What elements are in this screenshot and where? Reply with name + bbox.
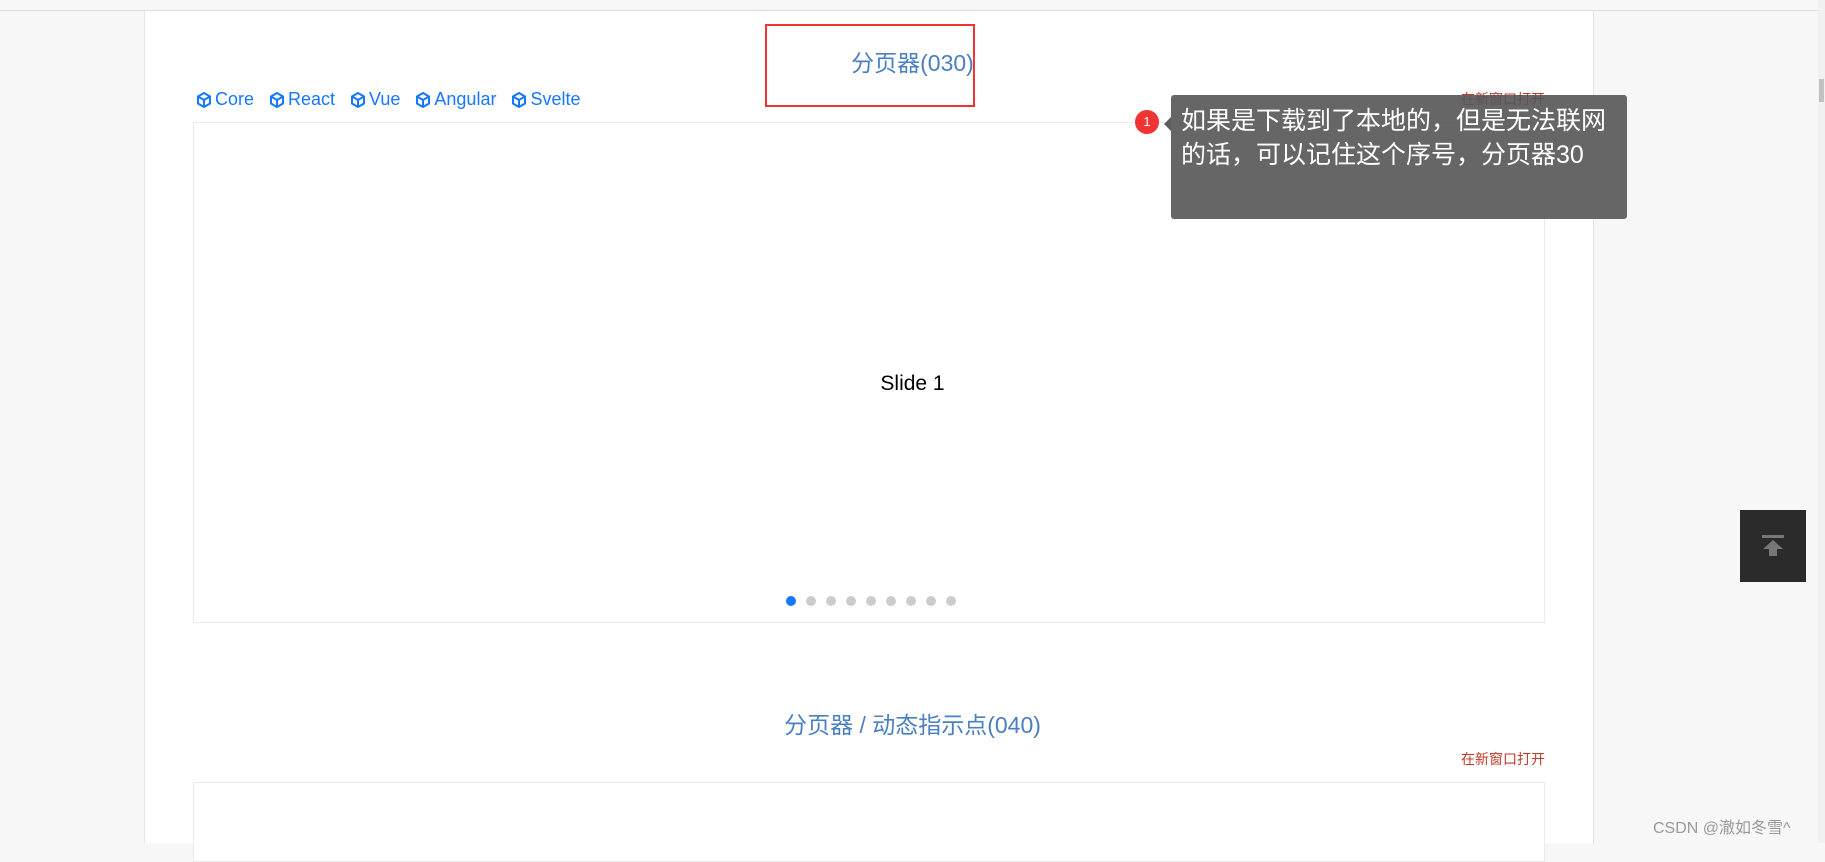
- pagination-dot[interactable]: [826, 596, 836, 606]
- watermark: CSDN @澈如冬雪^: [1653, 820, 1791, 837]
- pagination-dot[interactable]: [906, 596, 916, 606]
- framework-link-react[interactable]: React: [269, 89, 335, 110]
- open-new-window-link-2[interactable]: 在新窗口打开: [1461, 749, 1545, 769]
- annotation-tooltip: 如果是下载到了本地的，但是无法联网的话，可以记住这个序号，分页器30: [1164, 95, 1627, 219]
- framework-link-core[interactable]: Core: [196, 89, 254, 110]
- scrollbar-thumb[interactable]: [1819, 79, 1824, 102]
- framework-link-svelte[interactable]: Svelte: [511, 89, 580, 110]
- scrollbar[interactable]: [1818, 0, 1825, 843]
- pagination-dot[interactable]: [866, 596, 876, 606]
- pagination-dot[interactable]: [886, 596, 896, 606]
- pagination-dot[interactable]: [806, 596, 816, 606]
- link-label: React: [288, 89, 336, 109]
- section-title-2: 分页器 / 动态指示点(040): [784, 712, 1041, 738]
- annotation-badge: 1: [1135, 110, 1159, 134]
- cube-icon: [197, 91, 211, 108]
- swiper-demo-2[interactable]: [193, 782, 1545, 862]
- link-label: Angular: [434, 89, 497, 109]
- pagination-dots: [786, 596, 956, 606]
- arrow-up-to-top-icon: [1762, 535, 1784, 556]
- pagination-dot[interactable]: [946, 596, 956, 606]
- framework-links: Core React Vue Angular Svelte: [196, 89, 580, 110]
- cube-icon: [416, 91, 431, 108]
- highlight-box: [765, 24, 975, 107]
- link-label: Svelte: [530, 89, 581, 109]
- back-to-top-button[interactable]: [1740, 510, 1806, 582]
- cube-icon: [270, 91, 285, 108]
- framework-link-vue[interactable]: Vue: [350, 89, 400, 110]
- pagination-dot[interactable]: [926, 596, 936, 606]
- cube-icon: [512, 91, 527, 108]
- link-label: Vue: [369, 89, 401, 109]
- cube-icon: [351, 91, 366, 108]
- slide-label: Slide 1: [880, 372, 945, 395]
- pagination-dot[interactable]: [846, 596, 856, 606]
- link-label: Core: [215, 89, 255, 109]
- framework-link-angular[interactable]: Angular: [415, 89, 496, 110]
- pagination-dot[interactable]: [786, 596, 796, 606]
